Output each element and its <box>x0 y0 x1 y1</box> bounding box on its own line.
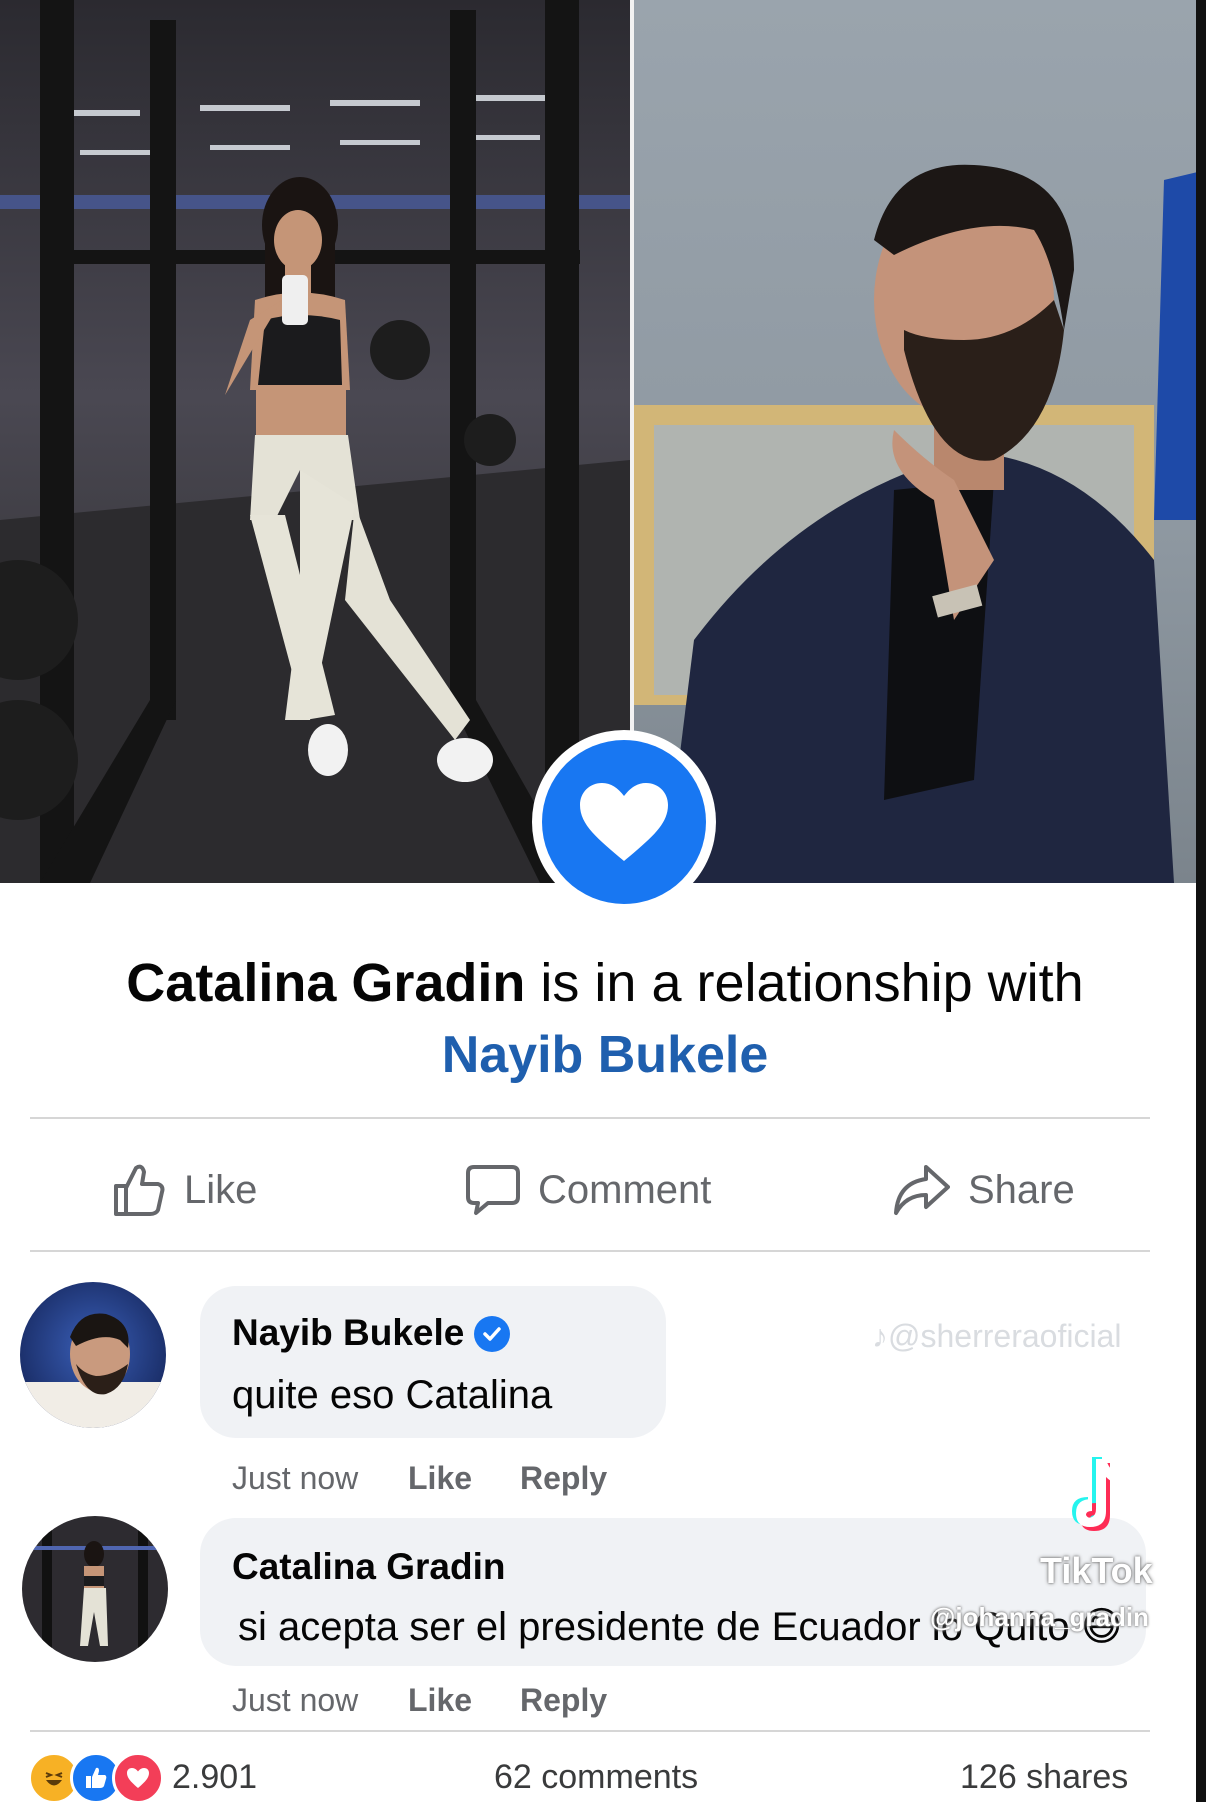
comment-button[interactable]: Comment <box>466 1150 711 1230</box>
comment-author-2[interactable]: Catalina Gradin <box>232 1546 505 1588</box>
relationship-status: Catalina Gradin is in a relationship wit… <box>30 950 1180 1016</box>
relationship-phrase: is in a relationship with <box>540 953 1084 1013</box>
shares-count[interactable]: 126 shares <box>960 1758 1128 1797</box>
divider-bottom <box>30 1250 1150 1252</box>
tiktok-logo-icon <box>1072 1457 1128 1531</box>
reaction-icons[interactable] <box>28 1752 164 1804</box>
man-seated-illustration <box>634 164 1206 883</box>
laughing-face-icon <box>45 1772 63 1786</box>
comment-like-1[interactable]: Like <box>408 1460 472 1497</box>
comment-like-2[interactable]: Like <box>408 1682 472 1719</box>
relationship-photos <box>0 0 1206 914</box>
partner-name[interactable]: Nayib Bukele <box>30 1022 1180 1088</box>
avatar-catalina-image <box>22 1516 168 1662</box>
gym-selfie-illustration <box>0 0 630 883</box>
reactions-count[interactable]: 2.901 <box>172 1758 257 1797</box>
comment-icon <box>466 1165 520 1215</box>
avatar-catalina[interactable] <box>22 1516 168 1662</box>
photo-man-seated[interactable] <box>634 0 1206 883</box>
tiktok-username: @johanna_gradin <box>930 1602 1149 1632</box>
thumbs-up-small-icon <box>86 1767 107 1788</box>
share-button[interactable]: Share <box>892 1150 1075 1230</box>
thumbs-up-icon <box>114 1164 165 1216</box>
share-label: Share <box>968 1167 1075 1212</box>
comment-time-1: Just now <box>232 1460 359 1496</box>
heart-badge <box>532 730 716 914</box>
avatar-nayib-image <box>20 1313 166 1428</box>
verified-badge-icon <box>474 1316 510 1352</box>
avatar-nayib[interactable] <box>20 1282 166 1428</box>
love-reaction-icon <box>112 1752 164 1804</box>
comment-text-1: quite eso Catalina <box>232 1373 553 1417</box>
tiktok-watermark-top: ♪@sherreraoficial <box>872 1318 1122 1354</box>
like-button[interactable]: Like <box>112 1150 257 1230</box>
comment-reply-1[interactable]: Reply <box>520 1460 607 1497</box>
like-label: Like <box>184 1167 258 1212</box>
person-name[interactable]: Catalina Gradin <box>126 953 525 1013</box>
comment-time-2: Just now <box>232 1682 359 1718</box>
heart-icon <box>580 783 668 861</box>
comment-label: Comment <box>538 1167 712 1212</box>
tiktok-brand: TikTok <box>1040 1550 1153 1591</box>
share-icon <box>894 1165 950 1215</box>
comments-count[interactable]: 62 comments <box>494 1758 698 1797</box>
divider-footer <box>30 1730 1150 1732</box>
heart-small-icon <box>127 1768 149 1788</box>
screen-edge <box>1196 0 1206 1802</box>
comment-author-1[interactable]: Nayib Bukele <box>232 1312 464 1354</box>
comment-reply-2[interactable]: Reply <box>520 1682 607 1719</box>
photo-gym-selfie[interactable] <box>0 0 630 883</box>
divider-top <box>30 1117 1150 1119</box>
checkmark-icon <box>483 1327 501 1341</box>
